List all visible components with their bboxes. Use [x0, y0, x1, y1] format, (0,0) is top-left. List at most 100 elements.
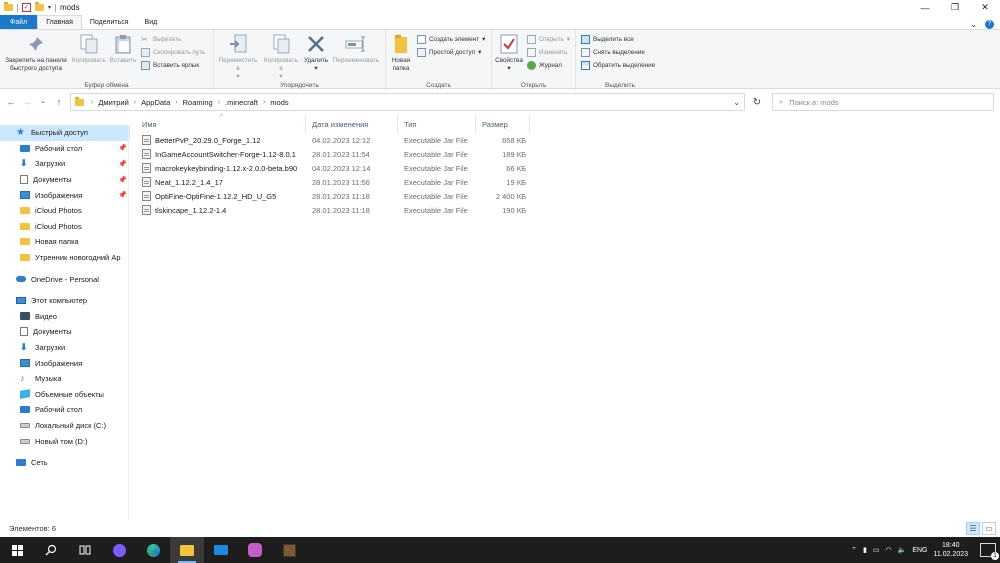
address-bar[interactable]: › Дмитрий › AppData › Roaming › .minecra…: [70, 93, 745, 111]
refresh-icon[interactable]: ↻: [748, 93, 766, 111]
breadcrumb-minecraft[interactable]: .minecraft: [225, 98, 258, 107]
nav-pc-downloads[interactable]: ⬇ Загрузки: [0, 340, 130, 356]
search-box[interactable]: ⌕ Поиск в: mods: [772, 93, 994, 111]
breadcrumb-mods[interactable]: mods: [270, 98, 288, 107]
column-header-size[interactable]: Размер: [476, 115, 530, 133]
column-header-type[interactable]: Тип: [398, 115, 476, 133]
expand-ribbon-icon[interactable]: ⌄: [970, 20, 977, 29]
file-row[interactable]: BetterPvP_20.29.0_Forge_1.12 04.02.2023 1…: [136, 133, 1000, 147]
up-arrow-icon[interactable]: ↑: [52, 97, 66, 107]
nav-desktop[interactable]: Рабочий стол 📌: [0, 141, 130, 157]
back-arrow-icon[interactable]: ←: [4, 97, 18, 107]
nav-drive-d[interactable]: Новый том (D:): [0, 433, 130, 449]
folder-icon: [20, 207, 30, 215]
close-button[interactable]: ✕: [970, 0, 1000, 15]
file-explorer-window: ✓ ▾ mods — ❐ ✕ Файл Главная Поделиться В…: [0, 0, 1000, 537]
easy-access-button[interactable]: Простой доступ ▾: [417, 47, 485, 58]
star-icon: ★: [16, 127, 25, 139]
nav-network[interactable]: Сеть: [0, 455, 130, 471]
desktop-icon: [20, 144, 30, 152]
language-indicator[interactable]: ENG: [912, 547, 927, 554]
nav-pc-documents[interactable]: Документы: [0, 324, 130, 340]
file-list: ^ Имя Дата изменения Тип Размер BetterPv…: [136, 114, 1000, 520]
nav-pc-desktop[interactable]: Рабочий стол: [0, 402, 130, 418]
open-button[interactable]: Открыть ▾: [527, 34, 570, 45]
alice-assistant-icon[interactable]: [102, 537, 136, 563]
breadcrumb-user[interactable]: Дмитрий: [98, 98, 128, 107]
tab-file[interactable]: Файл: [0, 15, 38, 29]
edge-browser-icon[interactable]: [136, 537, 170, 563]
battery-icon[interactable]: ▭: [873, 546, 880, 554]
volume-icon[interactable]: 🔈: [898, 546, 907, 554]
large-icons-view-icon[interactable]: ▭: [982, 522, 996, 535]
view-toggle: ☰ ▭: [966, 522, 996, 535]
notifications-icon[interactable]: 1: [980, 543, 999, 560]
details-view-icon[interactable]: ☰: [966, 522, 980, 535]
clock-date: 11.02.2023: [933, 551, 968, 558]
file-row[interactable]: tlskincape_1.12.2-1.4 28.01.2023 11:18 Exe…: [136, 203, 1000, 217]
nav-new-year-party[interactable]: Утренник новогодний Ар: [0, 250, 130, 266]
start-button[interactable]: [0, 537, 34, 563]
navigation-pane-divider[interactable]: [128, 125, 129, 520]
forward-arrow-icon[interactable]: →: [20, 97, 34, 107]
nav-new-folder[interactable]: Новая папка: [0, 234, 130, 250]
show-hidden-icons-icon[interactable]: ⌃: [851, 546, 857, 554]
minecraft-icon[interactable]: [272, 537, 306, 563]
edit-icon: [527, 48, 536, 57]
tab-share[interactable]: Поделиться: [82, 15, 137, 29]
navigation-pane: ★ Быстрый доступ Рабочий стол 📌 ⬇ Загрузки 📌…: [0, 125, 130, 520]
nav-onedrive[interactable]: OneDrive - Personal: [0, 271, 130, 287]
wifi-icon[interactable]: ◠: [885, 546, 891, 554]
recent-locations-chevron-icon[interactable]: ⌄: [36, 97, 50, 107]
paste-shortcut-button[interactable]: Вставить ярлык: [141, 60, 205, 71]
edit-button[interactable]: Изменить: [527, 47, 570, 58]
new-item-button[interactable]: Создать элемент ▾: [417, 34, 485, 45]
maximize-button[interactable]: ❐: [940, 0, 970, 15]
invert-selection-button[interactable]: Обратить выделение: [581, 60, 655, 71]
address-history-chevron-icon[interactable]: ⌄: [733, 98, 740, 107]
select-none-button[interactable]: Снять выделение: [581, 47, 655, 58]
search-taskbar-icon[interactable]: [34, 537, 68, 563]
nav-3d-objects[interactable]: Объемные объекты: [0, 387, 130, 403]
nav-videos[interactable]: Видео: [0, 309, 130, 325]
file-row[interactable]: InGameAccountSwitcher-Forge-1.12-8.0.1 28…: [136, 147, 1000, 161]
copy-path-button[interactable]: Скопировать путь: [141, 47, 205, 58]
cut-button[interactable]: ✂ Вырезать: [141, 34, 205, 45]
file-row[interactable]: Neat_1.12.2_1.4_17 28.01.2023 11:56 Execut…: [136, 175, 1000, 189]
copy-path-icon: [141, 48, 150, 57]
copy-icon: [78, 33, 100, 55]
minimize-button[interactable]: —: [910, 0, 940, 15]
history-button[interactable]: Журнал: [527, 60, 570, 71]
tab-home[interactable]: Главная: [37, 15, 82, 29]
tab-view[interactable]: Вид: [137, 15, 166, 29]
file-row[interactable]: macrokeykeybinding-1.12.x-2.0.0-beta.b90…: [136, 161, 1000, 175]
file-explorer-taskbar-icon[interactable]: [170, 537, 204, 563]
properties-icon[interactable]: ✓: [22, 3, 31, 12]
help-icon[interactable]: ?: [985, 20, 994, 29]
breadcrumb-appdata[interactable]: AppData: [141, 98, 170, 107]
file-row[interactable]: OptiFine-OptiFine-1.12.2_HD_U_G5 28.01.20…: [136, 189, 1000, 203]
column-header-date[interactable]: Дата изменения: [306, 115, 398, 133]
clock[interactable]: 18:40 11.02.2023: [933, 541, 968, 559]
nav-documents[interactable]: Документы 📌: [0, 172, 130, 188]
nav-this-pc[interactable]: Этот компьютер: [0, 293, 130, 309]
nav-music[interactable]: ♪ Музыка: [0, 371, 130, 387]
mail-icon[interactable]: [204, 537, 238, 563]
nav-pictures[interactable]: Изображения 📌: [0, 187, 130, 203]
file-date: 28.01.2023 11:56: [312, 177, 370, 187]
microphone-icon[interactable]: ▮: [863, 546, 867, 554]
new-folder-icon[interactable]: [35, 2, 44, 11]
nav-icloud-photos-2[interactable]: iCloud Photos: [0, 219, 130, 235]
nav-drive-c[interactable]: Локальный диск (C:): [0, 418, 130, 434]
game-app-icon[interactable]: [238, 537, 272, 563]
task-view-icon[interactable]: [68, 537, 102, 563]
nav-pc-pictures[interactable]: Изображения: [0, 355, 130, 371]
properties-check-icon: [498, 33, 520, 55]
customize-quick-access-icon[interactable]: ▾: [48, 4, 51, 11]
jar-file-icon: [142, 135, 151, 145]
select-all-button[interactable]: Выделить все: [581, 34, 655, 45]
breadcrumb-roaming[interactable]: Roaming: [183, 98, 213, 107]
nav-icloud-photos-1[interactable]: iCloud Photos: [0, 203, 130, 219]
nav-quick-access[interactable]: ★ Быстрый доступ: [0, 125, 130, 141]
nav-downloads[interactable]: ⬇ Загрузки 📌: [0, 156, 130, 172]
